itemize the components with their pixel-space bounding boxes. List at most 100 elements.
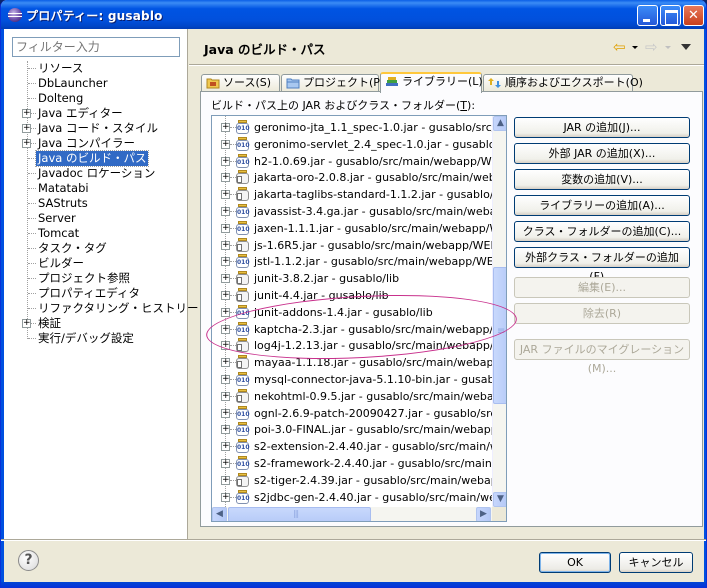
back-arrow-icon[interactable]: ⇦ [613, 40, 631, 55]
scroll-left-button[interactable]: ◀ [212, 507, 227, 521]
tree-item[interactable]: + Java コード・スタイル [4, 121, 188, 136]
expand-icon[interactable]: + [221, 375, 230, 384]
expand-icon[interactable]: + [221, 274, 230, 284]
tree-item[interactable]: プロパティエディタ [4, 286, 188, 301]
jar-list-item[interactable]: + jakarta-taglibs-standard-1.1.2.jar - gu… [212, 186, 492, 203]
expand-icon[interactable]: + [221, 223, 230, 233]
library-action-button[interactable]: 変数の追加(V)... [514, 169, 690, 190]
jar-list-item[interactable]: +010 s2jdbc-gen-2.4.40.jar - gusablo/src/… [212, 489, 492, 506]
jar-list-item[interactable]: + s2-tiger-2.4.39.jar - gusablo/src/main/… [212, 472, 492, 489]
jar-list-item[interactable]: + junit-4.4.jar - gusablo/lib [212, 287, 492, 304]
expand-icon[interactable]: + [221, 358, 230, 368]
library-action-button[interactable]: 除去(R) [514, 303, 690, 324]
library-action-button[interactable]: JAR の追加(J)... [514, 117, 690, 138]
expand-icon[interactable]: + [221, 408, 230, 418]
filter-input[interactable] [12, 37, 180, 57]
minimize-button[interactable] [637, 5, 658, 26]
expand-icon[interactable]: + [221, 257, 230, 267]
expand-icon[interactable]: + [221, 291, 230, 300]
library-action-button[interactable]: 編集(E)... [514, 277, 690, 298]
tree-item[interactable]: Dolteng [4, 91, 188, 106]
jar-list[interactable]: +010 geronimo-jta_1.1_spec-1.0.jar - gusa… [211, 115, 507, 522]
expand-icon[interactable]: + [221, 173, 230, 183]
expand-icon[interactable]: + [22, 139, 31, 148]
jar-list-item[interactable]: +010 kaptcha-2.3.jar - gusablo/src/main/w… [212, 321, 492, 338]
tab-source[interactable]: ソース(S) [201, 74, 280, 92]
ok-button[interactable]: OK [539, 552, 611, 573]
tree-item[interactable]: リソース [4, 61, 188, 76]
view-menu-icon[interactable] [681, 44, 691, 50]
jar-list-item[interactable]: +010 mysql-connector-java-5.1.10-bin.jar … [212, 371, 492, 388]
title-bar[interactable]: プロパティー: gusablo ✕ [1, 0, 706, 29]
expand-icon[interactable]: + [221, 341, 230, 351]
jar-list-item[interactable]: +010 jstl-1.1.2.jar - gusablo/src/main/we… [212, 253, 492, 270]
jar-list-item[interactable]: +010 ognl-2.6.9-patch-20090427.jar - gusa… [212, 405, 492, 422]
horizontal-scroll-thumb[interactable] [228, 507, 371, 521]
library-action-button[interactable]: 外部 JAR の追加(X)... [514, 143, 690, 164]
tree-item[interactable]: SAStruts [4, 196, 188, 211]
horizontal-scrollbar[interactable]: ◀ ▶ [212, 507, 492, 521]
tree-item[interactable]: Matatabi [4, 181, 188, 196]
expand-icon[interactable]: + [22, 109, 31, 118]
jar-list-item[interactable]: +010 geronimo-servlet_2.4_spec-1.0.jar - … [212, 136, 492, 153]
help-icon[interactable]: ? [18, 550, 39, 571]
expand-icon[interactable]: + [221, 442, 230, 452]
close-button[interactable]: ✕ [683, 5, 704, 26]
expand-icon[interactable]: + [221, 459, 230, 468]
library-action-button[interactable]: JAR ファイルのマイグレーション(M)... [514, 339, 690, 375]
tree-item[interactable]: Javadoc ロケーション [4, 166, 188, 181]
forward-history-dropdown[interactable] [665, 46, 671, 49]
tree-item[interactable]: DbLauncher [4, 76, 188, 91]
cancel-button[interactable]: キャンセル [619, 552, 693, 573]
expand-icon[interactable]: + [221, 492, 230, 502]
tree-item[interactable]: Java のビルド・パス [4, 150, 188, 167]
scroll-down-button[interactable]: ▼ [493, 492, 506, 507]
forward-arrow-icon[interactable]: ⇨ [645, 40, 663, 55]
expand-icon[interactable]: + [221, 425, 230, 435]
tree-item[interactable]: プロジェクト参照 [4, 271, 188, 286]
expand-icon[interactable]: + [221, 240, 230, 250]
jar-list-item[interactable]: + log4j-1.2.13.jar - gusablo/src/main/web… [212, 337, 492, 354]
jar-list-item[interactable]: + mayaa-1.1.18.jar - gusablo/src/main/web… [212, 354, 492, 371]
jar-list-item[interactable]: +010 h2-1.0.69.jar - gusablo/src/main/web… [212, 153, 492, 170]
tree-item[interactable]: ビルダー [4, 256, 188, 271]
vertical-scroll-thumb[interactable] [493, 267, 506, 404]
jar-list-item[interactable]: +010 geronimo-jta_1.1_spec-1.0.jar - gusa… [212, 119, 492, 136]
expand-icon[interactable]: + [221, 307, 230, 317]
jar-list-item[interactable]: +010 s2-extension-2.4.40.jar - gusablo/sr… [212, 438, 492, 455]
tab-libraries[interactable]: ライブラリー(L) [380, 72, 483, 93]
tab-projects[interactable]: プロジェクト(P) [281, 74, 384, 92]
jar-list-item[interactable]: +010 junit-addons-1.4.jar - gusablo/lib [212, 304, 492, 321]
tab-order-export[interactable]: 順序およびエクスポート(O) [483, 74, 643, 92]
expand-icon[interactable]: + [22, 124, 31, 133]
jar-list-item[interactable]: + js-1.6R5.jar - gusablo/src/main/webapp/… [212, 237, 492, 254]
jar-list-item[interactable]: +010 jaxen-1.1.1.jar - gusablo/src/main/w… [212, 220, 492, 237]
tree-item[interactable]: リファクタリング・ヒストリー [4, 301, 199, 316]
back-history-dropdown[interactable] [632, 46, 638, 49]
jar-list-item[interactable]: + junit-3.8.2.jar - gusablo/lib [212, 270, 492, 287]
library-action-button[interactable]: クラス・フォルダーの追加(C)... [514, 221, 690, 242]
scroll-up-button[interactable]: ▲ [493, 116, 506, 131]
expand-icon[interactable]: + [221, 391, 230, 401]
expand-icon[interactable]: + [221, 207, 230, 216]
expand-icon[interactable]: + [221, 324, 230, 334]
tree-item[interactable]: + Java エディター [4, 106, 188, 121]
jar-list-item[interactable]: + nekohtml-0.9.5.jar - gusablo/src/main/w… [212, 388, 492, 405]
jar-list-item[interactable]: +010 s2-framework-2.4.40.jar - gusablo/sr… [212, 455, 492, 472]
expand-icon[interactable]: + [221, 123, 230, 132]
tree-item[interactable]: Server [4, 211, 188, 226]
expand-icon[interactable]: + [221, 475, 230, 485]
jar-list-item[interactable]: +010 javassist-3.4.ga.jar - gusablo/src/m… [212, 203, 492, 220]
library-action-button[interactable]: ライブラリーの追加(A)... [514, 195, 690, 216]
scroll-right-button[interactable]: ▶ [476, 507, 491, 521]
tree-item[interactable]: 実行/デバッグ設定 [4, 331, 188, 346]
maximize-button[interactable] [660, 5, 681, 26]
expand-icon[interactable]: + [221, 139, 230, 149]
jar-list-item[interactable]: + jakarta-oro-2.0.8.jar - gusablo/src/mai… [212, 169, 492, 186]
expand-icon[interactable]: + [22, 319, 31, 328]
expand-icon[interactable]: + [221, 190, 230, 200]
tree-item[interactable]: タスク・タグ [4, 241, 188, 256]
tree-item[interactable]: Tomcat [4, 226, 188, 241]
library-action-button[interactable]: 外部クラス・フォルダーの追加(F)... [514, 247, 690, 283]
vertical-scrollbar[interactable]: ▲ ▼ [492, 116, 506, 507]
